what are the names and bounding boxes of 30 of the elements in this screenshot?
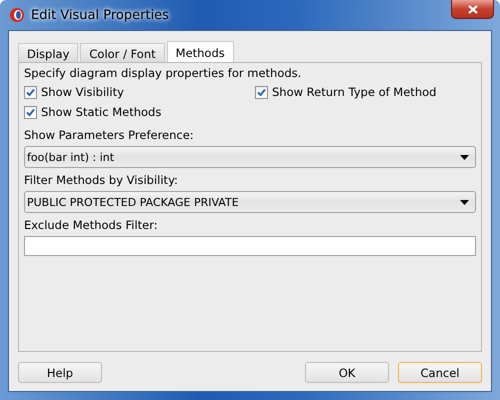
tab[interactable]: Display xyxy=(18,43,78,62)
dropdown[interactable]: PUBLIC PROTECTED PACKAGE PRIVATE xyxy=(24,191,476,213)
field-label: Filter Methods by Visibility: xyxy=(24,172,178,188)
dialog-button[interactable]: Help xyxy=(18,362,102,383)
tab[interactable]: Methods xyxy=(166,41,234,62)
dialog-button[interactable]: Cancel xyxy=(398,362,482,383)
dropdown-value: foo(bar int) : int xyxy=(27,150,114,164)
checkbox-label: Show Static Methods xyxy=(41,105,162,119)
dropdown[interactable]: foo(bar int) : int xyxy=(24,146,476,168)
checkbox[interactable] xyxy=(24,106,37,118)
checkbox-label: Show Visibility xyxy=(41,85,124,99)
checkmark-icon xyxy=(26,88,35,96)
checkbox[interactable] xyxy=(255,86,268,98)
close-icon xyxy=(468,4,478,14)
field-label: Show Parameters Preference: xyxy=(24,127,194,143)
checkbox[interactable] xyxy=(24,86,37,98)
window-title: Edit Visual Properties xyxy=(31,8,169,22)
app-logo-icon xyxy=(9,7,25,23)
dropdown-arrow-icon xyxy=(460,200,469,204)
text-field[interactable] xyxy=(24,236,476,256)
checkbox-label: Show Return Type of Method xyxy=(272,85,436,99)
dialog-button[interactable]: OK xyxy=(305,362,389,383)
dropdown-arrow-icon xyxy=(460,154,469,160)
tab[interactable]: Color / Font xyxy=(80,43,165,62)
dropdown-value: PUBLIC PROTECTED PACKAGE PRIVATE xyxy=(27,196,239,208)
field-label: Exclude Methods Filter: xyxy=(24,217,158,233)
checkmark-icon xyxy=(26,108,35,116)
description-text: Specify diagram display properties for methods. xyxy=(24,65,302,81)
close-button[interactable] xyxy=(451,0,494,19)
checkmark-icon xyxy=(257,88,266,96)
